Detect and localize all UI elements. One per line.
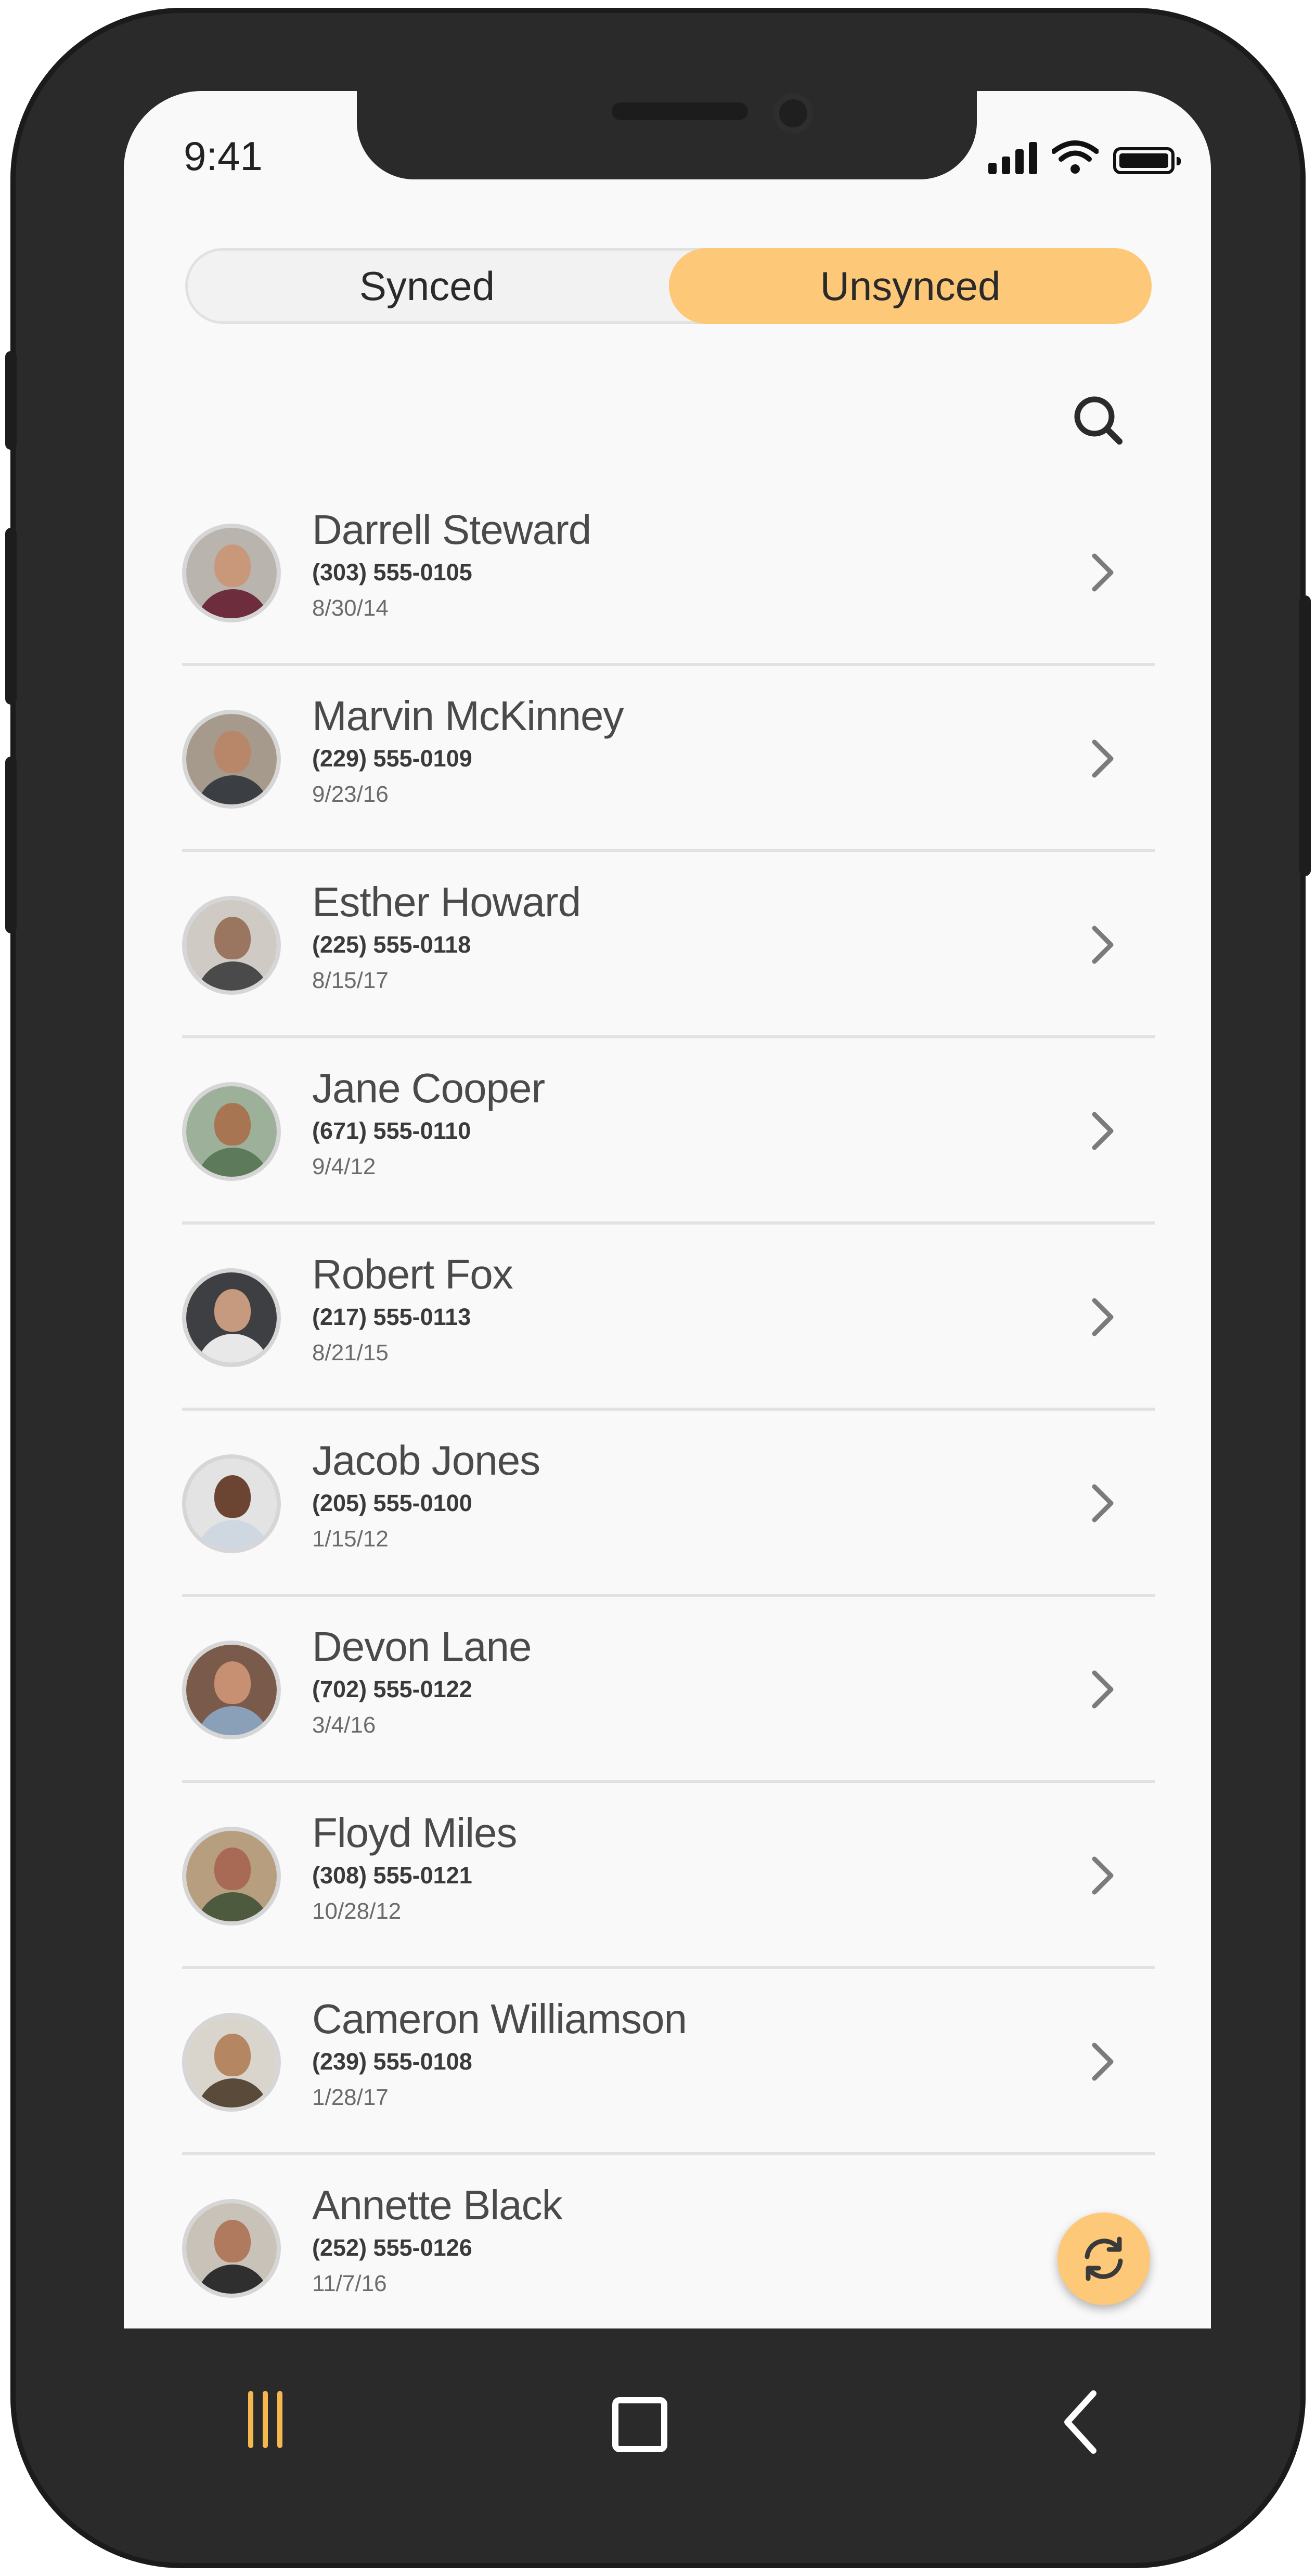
contact-phone: (671) 555-0110 [312, 1117, 471, 1144]
contact-date: 9/23/16 [312, 782, 389, 807]
contact-phone: (239) 555-0108 [312, 2048, 472, 2075]
status-icons [988, 138, 1181, 174]
sync-segmented-control: Synced Unsynced [185, 248, 1152, 324]
contact-list: Darrell Steward (303) 555-0105 8/30/14 M… [182, 480, 1155, 2328]
contact-phone: (229) 555-0109 [312, 745, 472, 772]
contact-row[interactable]: Jane Cooper (671) 555-0110 9/4/12 [182, 1038, 1155, 1225]
contact-phone: (217) 555-0113 [312, 1304, 471, 1330]
avatar [182, 1454, 281, 1553]
chevron-right-icon[interactable] [1072, 914, 1134, 976]
chevron-right-icon[interactable] [1072, 1658, 1134, 1721]
tab-unsynced[interactable]: Unsynced [669, 248, 1152, 324]
contact-name: Cameron Williamson [312, 1996, 687, 2042]
back-icon[interactable] [1056, 2388, 1108, 2456]
avatar [182, 2013, 281, 2112]
contact-date: 9/4/12 [312, 1154, 376, 1179]
chevron-right-icon[interactable] [1072, 1472, 1134, 1534]
contact-phone: (252) 555-0126 [312, 2234, 472, 2261]
status-time: 9:41 [184, 133, 263, 179]
speaker-grille [612, 102, 748, 120]
tab-synced[interactable]: Synced [185, 248, 669, 324]
avatar [182, 2199, 281, 2298]
contact-date: 8/15/17 [312, 968, 389, 993]
chevron-right-icon[interactable] [1072, 1100, 1134, 1162]
contact-name: Darrell Steward [312, 506, 591, 553]
contact-name: Jacob Jones [312, 1437, 540, 1484]
recent-apps-icon[interactable] [239, 2388, 291, 2451]
chevron-right-icon[interactable] [1072, 2031, 1134, 2093]
contact-row[interactable]: Jacob Jones (205) 555-0100 1/15/12 [182, 1411, 1155, 1597]
contact-date: 1/28/17 [312, 2085, 389, 2110]
avatar [182, 896, 281, 995]
contact-name: Floyd Miles [312, 1810, 518, 1856]
avatar [182, 524, 281, 622]
contact-row[interactable]: Devon Lane (702) 555-0122 3/4/16 [182, 1597, 1155, 1783]
screen: 9:41 Synced Unsynced Darrell Steward (30… [124, 91, 1211, 2328]
chevron-right-icon[interactable] [1072, 541, 1134, 604]
contact-row[interactable]: Esther Howard (225) 555-0118 8/15/17 [182, 852, 1155, 1038]
contact-name: Annette Black [312, 2182, 563, 2228]
contact-date: 8/30/14 [312, 595, 389, 621]
search-icon[interactable] [1065, 387, 1133, 455]
contact-phone: (205) 555-0100 [312, 1490, 472, 1516]
battery-icon [1113, 147, 1181, 174]
contact-name: Robert Fox [312, 1251, 513, 1297]
front-camera [773, 93, 814, 134]
sync-icon [1085, 2236, 1123, 2281]
contact-name: Devon Lane [312, 1623, 532, 1670]
side-button-volume-up [5, 528, 17, 705]
avatar [182, 710, 281, 809]
contact-date: 8/21/15 [312, 1340, 389, 1365]
side-button-power [1299, 595, 1311, 876]
contact-name: Jane Cooper [312, 1065, 545, 1111]
contact-date: 11/7/16 [312, 2271, 387, 2296]
contact-row[interactable]: Annette Black (252) 555-0126 11/7/16 [182, 2155, 1155, 2328]
contact-row[interactable]: Marvin McKinney (229) 555-0109 9/23/16 [182, 666, 1155, 852]
contact-phone: (225) 555-0118 [312, 931, 471, 958]
notch [357, 91, 977, 179]
cellular-signal-icon [988, 142, 1037, 174]
contact-name: Marvin McKinney [312, 693, 624, 739]
contact-date: 1/15/12 [312, 1526, 389, 1552]
avatar [182, 1641, 281, 1739]
contact-date: 3/4/16 [312, 1712, 376, 1738]
avatar [182, 1082, 281, 1181]
chevron-right-icon[interactable] [1072, 727, 1134, 790]
side-button-mute [5, 351, 17, 450]
wifi-icon [1052, 140, 1099, 174]
side-button-volume-down [5, 757, 17, 933]
contact-phone: (303) 555-0105 [312, 559, 472, 586]
contact-name: Esther Howard [312, 879, 581, 925]
contact-date: 10/28/12 [312, 1898, 402, 1924]
sync-button[interactable] [1057, 2213, 1150, 2305]
chevron-right-icon[interactable] [1072, 1286, 1134, 1348]
avatar [182, 1268, 281, 1367]
contact-row[interactable]: Darrell Steward (303) 555-0105 8/30/14 [182, 480, 1155, 666]
phone-frame: 9:41 Synced Unsynced Darrell Steward (30… [5, 8, 1311, 2568]
contact-row[interactable]: Robert Fox (217) 555-0113 8/21/15 [182, 1225, 1155, 1411]
home-icon[interactable] [611, 2396, 668, 2453]
contact-row[interactable]: Cameron Williamson (239) 555-0108 1/28/1… [182, 1969, 1155, 2155]
contact-phone: (702) 555-0122 [312, 1676, 472, 1702]
system-nav-bar [10, 2321, 1306, 2529]
contact-row[interactable]: Floyd Miles (308) 555-0121 10/28/12 [182, 1783, 1155, 1969]
chevron-right-icon[interactable] [1072, 1844, 1134, 1907]
contact-phone: (308) 555-0121 [312, 1862, 472, 1889]
avatar [182, 1827, 281, 1926]
